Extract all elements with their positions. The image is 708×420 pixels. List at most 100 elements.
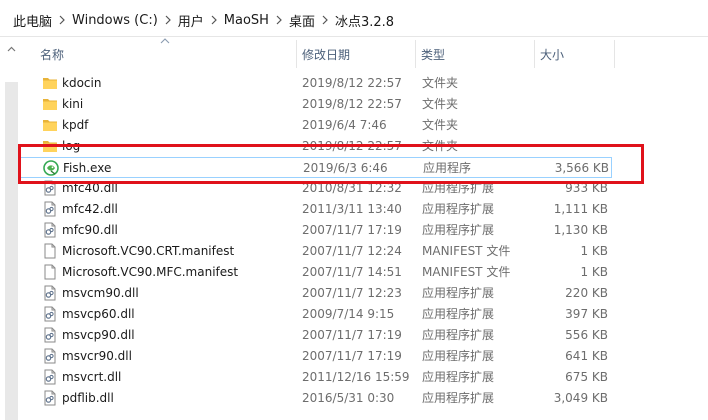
file-size: 675 KB <box>565 370 608 384</box>
file-size: 397 KB <box>565 307 608 321</box>
file-type: 应用程序扩展 <box>422 307 495 321</box>
file-row[interactable]: kdocin 2019/8/12 22:57 文件夹 <box>20 73 612 94</box>
file-date-modified: 2007/11/7 12:23 <box>302 286 402 300</box>
breadcrumb-label: 桌面 <box>288 14 315 30</box>
file-size <box>540 73 608 94</box>
breadcrumb-item-desktop[interactable]: 桌面 <box>287 8 317 32</box>
breadcrumb-label: 此电脑 <box>13 14 53 30</box>
navigation-pane-scrollbar[interactable] <box>5 82 18 420</box>
file-type: 应用程序 <box>423 161 472 175</box>
file-row[interactable]: msvcr90.dll 2007/11/7 17:19 应用程序扩展 641 KB <box>20 346 612 367</box>
breadcrumb-item-current-folder[interactable]: 冰点3.2.8 <box>333 8 396 32</box>
column-divider[interactable] <box>614 40 615 68</box>
file-row[interactable]: kpdf 2019/6/4 7:46 文件夹 <box>20 115 612 136</box>
dll-icon <box>42 222 58 238</box>
file-size: 3,049 KB <box>553 391 608 405</box>
file-name: msvcp90.dll <box>62 328 135 342</box>
file-name: kpdf <box>62 118 89 132</box>
file-name: Microsoft.VC90.CRT.manifest <box>62 244 235 258</box>
dll-icon <box>42 348 58 364</box>
column-header: 名称 修改日期 类型 大小 <box>20 38 708 68</box>
dll-icon <box>42 369 58 385</box>
file-type: 应用程序扩展 <box>422 286 495 300</box>
chevron-right-icon[interactable] <box>54 8 70 32</box>
file-type: 应用程序扩展 <box>422 391 495 405</box>
file-size <box>540 136 608 157</box>
file-name: kini <box>62 97 84 111</box>
breadcrumb-label: 冰点3.2.8 <box>334 14 395 30</box>
file-row[interactable]: kini 2019/8/12 22:57 文件夹 <box>20 94 612 115</box>
file-row[interactable]: mfc40.dll 2010/8/31 12:32 应用程序扩展 933 KB <box>20 178 612 199</box>
column-header-date[interactable]: 修改日期 <box>296 40 416 68</box>
file-row[interactable]: msvcrt.dll 2011/12/16 15:59 应用程序扩展 675 KB <box>20 367 612 388</box>
breadcrumb-item-this-pc[interactable]: 此电脑 <box>11 8 54 32</box>
file-name: kdocin <box>62 76 102 90</box>
file-name: mfc40.dll <box>62 181 118 195</box>
file-type: 文件夹 <box>422 118 459 132</box>
file-name: pdflib.dll <box>62 391 114 405</box>
file-name: msvcrt.dll <box>62 370 122 384</box>
file-row[interactable]: Fish.exe 2019/6/3 6:46 应用程序 3,566 KB <box>20 157 612 178</box>
file-date-modified: 2009/7/14 9:15 <box>302 307 395 321</box>
chevron-right-icon[interactable] <box>317 8 333 32</box>
breadcrumb[interactable]: 此电脑 Windows (C:) 用户 MaoSH 桌面 冰点3.2.8 <box>0 4 708 37</box>
breadcrumb-item-users[interactable]: 用户 <box>176 8 206 32</box>
file-row[interactable]: log 2019/8/12 22:57 文件夹 <box>20 136 612 157</box>
scroll-up-icon[interactable] <box>5 42 18 56</box>
column-header-label: 大小 <box>540 47 565 62</box>
file-row[interactable]: msvcm90.dll 2007/11/7 12:23 应用程序扩展 220 KB <box>20 283 612 304</box>
file-name: msvcp60.dll <box>62 307 135 321</box>
file-size: 220 KB <box>565 286 608 300</box>
breadcrumb-item-user[interactable]: MaoSH <box>222 8 271 32</box>
file-type: 文件夹 <box>422 76 459 90</box>
chevron-right-icon[interactable] <box>271 8 287 32</box>
file-row[interactable]: msvcp90.dll 2007/11/7 17:19 应用程序扩展 556 KB <box>20 325 612 346</box>
file-row[interactable]: pdflib.dll 2016/5/31 0:30 应用程序扩展 3,049 KB <box>20 388 612 409</box>
column-header-size[interactable]: 大小 <box>534 40 614 68</box>
file-type: 应用程序扩展 <box>422 370 495 384</box>
file-date-modified: 2007/11/7 17:19 <box>302 223 402 237</box>
file-date-modified: 2019/8/12 22:57 <box>302 76 402 90</box>
dll-icon <box>42 306 58 322</box>
dll-icon <box>42 180 58 196</box>
file-type: 应用程序扩展 <box>422 328 495 342</box>
file-date-modified: 2011/12/16 15:59 <box>302 370 410 384</box>
file-list: kdocin 2019/8/12 22:57 文件夹 kini 2019/8/12 22… <box>20 73 708 409</box>
file-size: 1,111 KB <box>553 202 608 216</box>
address-bar[interactable]: 此电脑 Windows (C:) 用户 MaoSH 桌面 冰点3.2.8 <box>0 0 708 38</box>
column-header-label: 名称 <box>40 47 65 62</box>
file-size: 3,566 KB <box>554 161 609 175</box>
file-type: MANIFEST 文件 <box>422 265 511 279</box>
column-header-label: 修改日期 <box>302 47 351 62</box>
column-header-name[interactable]: 名称 <box>34 40 296 68</box>
file-date-modified: 2007/11/7 17:19 <box>302 349 402 363</box>
file-name: Microsoft.VC90.MFC.manifest <box>62 265 239 279</box>
column-header-label: 类型 <box>421 47 446 62</box>
file-row[interactable]: mfc90.dll 2007/11/7 17:19 应用程序扩展 1,130 KB <box>20 220 612 241</box>
file-size: 1 KB <box>580 265 608 279</box>
breadcrumb-label: Windows (C:) <box>72 12 158 28</box>
file-icon <box>42 264 58 280</box>
folder-icon <box>42 138 58 154</box>
breadcrumb-label: MaoSH <box>223 12 269 28</box>
file-date-modified: 2019/6/4 7:46 <box>302 118 387 132</box>
file-type: 应用程序扩展 <box>422 202 495 216</box>
chevron-right-icon[interactable] <box>206 8 222 32</box>
file-date-modified: 2007/11/7 17:19 <box>302 328 402 342</box>
file-name: mfc90.dll <box>62 223 118 237</box>
file-date-modified: 2016/5/31 0:30 <box>302 391 395 405</box>
column-header-type[interactable]: 类型 <box>415 40 535 68</box>
dll-icon <box>42 327 58 343</box>
breadcrumb-item-drive[interactable]: Windows (C:) <box>70 8 160 32</box>
file-row[interactable]: Microsoft.VC90.MFC.manifest 2007/11/7 14:… <box>20 262 612 283</box>
file-row[interactable]: Microsoft.VC90.CRT.manifest 2007/11/7 12:… <box>20 241 612 262</box>
file-size: 556 KB <box>565 328 608 342</box>
file-date-modified: 2010/8/31 12:32 <box>302 181 402 195</box>
file-row[interactable]: msvcp60.dll 2009/7/14 9:15 应用程序扩展 397 KB <box>20 304 612 325</box>
file-type: 文件夹 <box>422 139 459 153</box>
chevron-right-icon[interactable] <box>160 8 176 32</box>
file-size <box>540 115 608 136</box>
file-row[interactable]: mfc42.dll 2011/3/11 13:40 应用程序扩展 1,111 KB <box>20 199 612 220</box>
file-date-modified: 2011/3/11 13:40 <box>302 202 402 216</box>
file-name: msvcm90.dll <box>62 286 139 300</box>
